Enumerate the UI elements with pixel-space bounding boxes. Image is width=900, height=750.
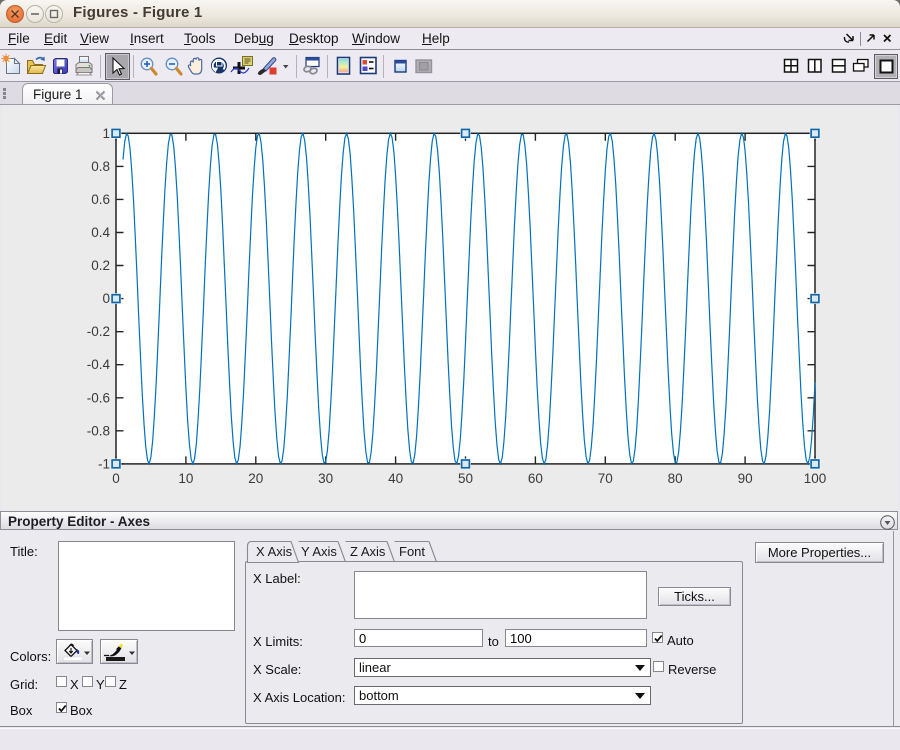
svg-text:-0.8: -0.8 bbox=[87, 423, 110, 438]
svg-text:0.2: 0.2 bbox=[91, 258, 110, 273]
svg-text:60: 60 bbox=[528, 471, 543, 486]
svg-text:80: 80 bbox=[668, 471, 683, 486]
svg-text:90: 90 bbox=[738, 471, 753, 486]
svg-text:0: 0 bbox=[112, 471, 120, 486]
svg-text:50: 50 bbox=[458, 471, 473, 486]
svg-text:0.6: 0.6 bbox=[91, 192, 110, 207]
svg-text:100: 100 bbox=[804, 471, 827, 486]
svg-text:0.8: 0.8 bbox=[91, 159, 110, 174]
svg-text:1: 1 bbox=[102, 126, 110, 141]
svg-text:40: 40 bbox=[388, 471, 403, 486]
svg-text:30: 30 bbox=[318, 471, 333, 486]
svg-text:70: 70 bbox=[598, 471, 613, 486]
svg-text:0.4: 0.4 bbox=[91, 225, 110, 240]
svg-text:20: 20 bbox=[248, 471, 263, 486]
svg-text:-1: -1 bbox=[98, 456, 110, 471]
svg-text:-0.2: -0.2 bbox=[87, 324, 110, 339]
svg-text:0: 0 bbox=[102, 291, 110, 306]
svg-text:-0.4: -0.4 bbox=[87, 357, 111, 372]
svg-text:10: 10 bbox=[178, 471, 193, 486]
svg-text:-0.6: -0.6 bbox=[87, 390, 110, 405]
